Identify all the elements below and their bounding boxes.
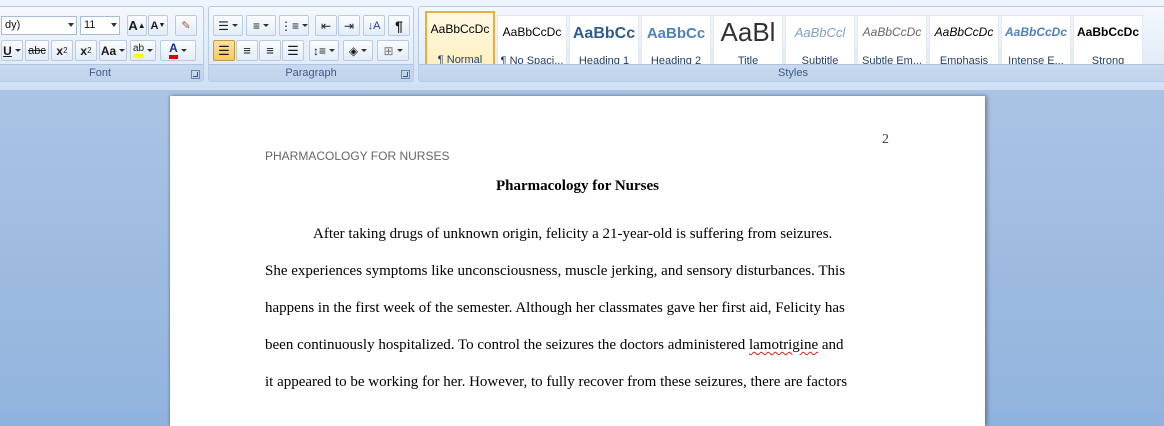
paragraph-dialog-launcher-icon[interactable] [401, 70, 410, 79]
font-name-combo[interactable]: dy) [1, 16, 77, 35]
underline-button[interactable]: U [1, 40, 23, 61]
font-size-value: 11 [84, 19, 96, 31]
font-size-combo[interactable]: 11 [80, 16, 120, 35]
strikethrough-button[interactable]: abc [25, 40, 49, 61]
style-sample: AaBbCcDc [502, 25, 562, 39]
shrink-font-button[interactable]: A ▼ [148, 15, 168, 36]
sort-button[interactable]: ↓A [363, 15, 385, 36]
change-case-button[interactable]: Aa [99, 40, 127, 61]
eraser-icon: ✎ [181, 20, 191, 32]
decrease-indent-button[interactable]: ⇤ [315, 15, 337, 36]
align-center-icon: ≡ [243, 43, 251, 58]
text-segment: and [818, 337, 844, 353]
font-group-label: Font [0, 64, 203, 81]
highlight-button[interactable]: ab [130, 40, 156, 61]
increase-indent-icon: ⇥ [343, 18, 355, 33]
ribbon: dy) 11 A ▲ A ▼ ✎ U abc x2 x2 Aa ab A Fon… [0, 0, 1164, 91]
text-line: She experiences symptoms like unconsciou… [265, 263, 846, 279]
misspelled-word[interactable]: lamotrigine [749, 337, 818, 353]
text-line: happens in the first week of the semeste… [265, 300, 845, 316]
paragraph-group: ☰ ≡ ⋮≡ ⇤ ⇥ ↓A ¶ ☰ ≡ ≡ ☰ ↕≡ ◈ ⊞ Paragraph [208, 6, 414, 82]
decrease-indent-icon: ⇤ [320, 18, 332, 33]
superscript-button[interactable]: x2 [75, 40, 97, 61]
text-line: been continuously hospitalized. To contr… [265, 337, 885, 354]
font-name-value: dy) [5, 19, 21, 31]
borders-icon: ⊞ [383, 43, 394, 58]
align-left-button[interactable]: ☰ [213, 40, 235, 61]
bullet-list-icon: ☰ [218, 18, 229, 33]
sort-icon: ↓A [367, 19, 381, 32]
numbered-list-icon: ≡ [252, 18, 260, 33]
style-sample: AaBbCcDc [1004, 25, 1067, 39]
line-spacing-button[interactable]: ↕≡ [309, 40, 339, 61]
chevron-down-icon [111, 23, 117, 27]
align-right-button[interactable]: ≡ [259, 40, 281, 61]
grow-font-button[interactable]: A ▲ [127, 15, 147, 36]
shrink-font-icon: A [150, 19, 159, 32]
text-segment: been continuously hospitalized. To contr… [265, 337, 749, 353]
superscript-icon: x [80, 43, 88, 58]
justify-icon: ☰ [287, 42, 299, 58]
text-line: it appeared to be working for her. Howev… [265, 374, 848, 390]
subscript-button[interactable]: x2 [51, 40, 73, 61]
clear-formatting-button[interactable]: ✎ [175, 15, 197, 36]
multilevel-list-icon: ⋮≡ [280, 18, 300, 33]
font-group: dy) 11 A ▲ A ▼ ✎ U abc x2 x2 Aa ab A Fon… [0, 6, 204, 82]
paragraph-group-label: Paragraph [209, 64, 413, 81]
line-spacing-icon: ↕≡ [312, 43, 326, 58]
document-title: Pharmacology for Nurses [495, 178, 660, 194]
font-color-button[interactable]: A [160, 40, 196, 61]
increase-indent-button[interactable]: ⇥ [338, 15, 360, 36]
style-sample: AaBbCcDc [934, 25, 994, 39]
style-sample: AaBl [720, 17, 776, 47]
change-case-icon: Aa [100, 43, 117, 58]
style-sample: AaBbCcDc [862, 25, 922, 39]
chevron-down-icon [68, 23, 74, 27]
shading-button[interactable]: ◈ [343, 40, 373, 61]
page-number: 2 [882, 132, 889, 147]
style-sample: AaBbCcl [794, 25, 846, 40]
font-dialog-launcher-icon[interactable] [191, 70, 200, 79]
bullets-button[interactable]: ☰ [213, 15, 243, 36]
grow-font-icon: A [128, 18, 138, 33]
font-color-icon: A [169, 42, 178, 59]
justify-button[interactable]: ☰ [282, 40, 304, 61]
align-center-button[interactable]: ≡ [236, 40, 258, 61]
styles-group: AaBbCcDc ¶ Normal AaBbCcDc ¶ No Spaci... AaB… [418, 6, 1164, 82]
show-marks-button[interactable]: ¶ [388, 15, 410, 36]
strikethrough-icon: abc [28, 44, 46, 57]
style-sample: AaBbCcDc [430, 22, 490, 36]
document-page[interactable]: 2 PHARMACOLOGY FOR NURSES Pharmacology f… [170, 96, 985, 426]
align-right-icon: ≡ [266, 43, 274, 58]
pilcrow-icon: ¶ [395, 17, 403, 34]
running-head: PHARMACOLOGY FOR NURSES [265, 149, 450, 163]
numbering-button[interactable]: ≡ [246, 15, 276, 36]
style-sample: AaBbCcDc [1076, 25, 1139, 39]
underline-icon: U [3, 43, 12, 58]
styles-group-label: Styles [419, 64, 1164, 81]
text-line: After taking drugs of unknown origin, fe… [313, 226, 833, 242]
multilevel-list-button[interactable]: ⋮≡ [279, 15, 309, 36]
subscript-icon: x [56, 43, 64, 58]
style-sample: AaBbCc [572, 25, 636, 42]
paint-bucket-icon: ◈ [348, 43, 359, 58]
borders-button[interactable]: ⊞ [377, 40, 409, 61]
style-sample: AaBbCc [646, 25, 706, 42]
highlighter-icon: ab [132, 43, 145, 58]
align-left-icon: ☰ [218, 42, 230, 58]
